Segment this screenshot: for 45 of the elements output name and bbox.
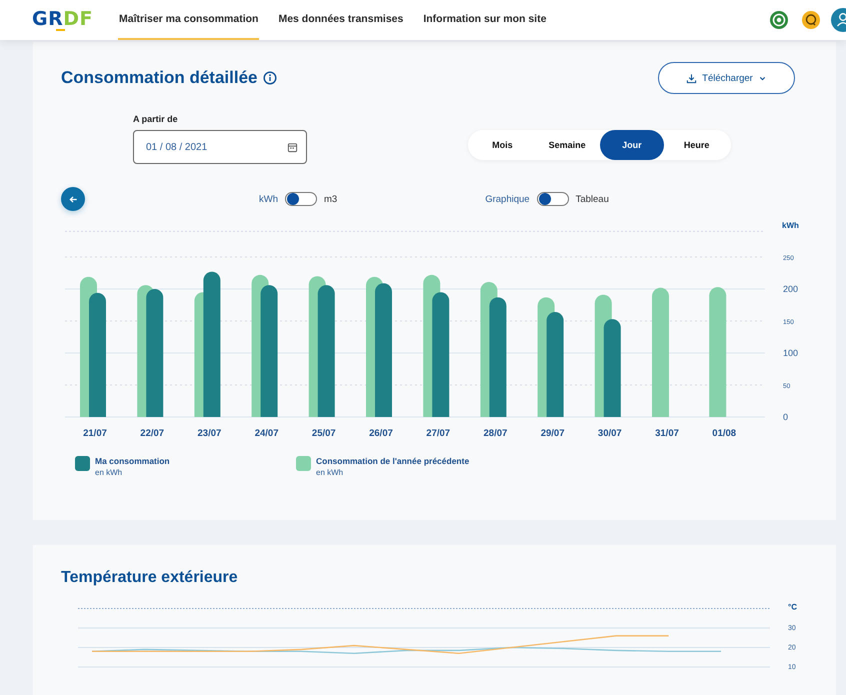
section-title: Consommation détaillée <box>61 68 258 88</box>
period-tab[interactable]: Jour <box>600 130 664 160</box>
info-icon[interactable] <box>263 71 278 85</box>
axis-label: 01/08 <box>712 428 736 439</box>
axis-label: 100 <box>783 348 798 358</box>
period-tab[interactable]: Heure <box>664 130 729 160</box>
axis-label: 30/07 <box>598 428 622 439</box>
axis-unit: kWh <box>782 221 799 230</box>
nav-link[interactable]: Information sur mon site <box>422 0 548 40</box>
axis-label: 25/07 <box>312 428 336 439</box>
axis-label: 28/07 <box>484 428 508 439</box>
legend-unit: en kWh <box>95 468 122 477</box>
back-button[interactable] <box>61 187 85 211</box>
axis-label: 26/07 <box>369 428 393 439</box>
view-switch[interactable] <box>536 192 569 206</box>
legend-unit: en kWh <box>316 468 344 477</box>
toggle-label: m3 <box>324 194 338 204</box>
unit-switch[interactable] <box>285 192 317 206</box>
legend-label: Consommation de l'année précédente <box>316 456 470 466</box>
download-icon <box>686 72 698 84</box>
axis-unit: °C <box>788 602 797 612</box>
axis-label: 23/07 <box>198 428 222 439</box>
toggle-label: Graphique <box>485 194 530 204</box>
period-tab[interactable]: Semaine <box>534 130 600 160</box>
axis-label: 27/07 <box>426 428 450 439</box>
arrow-left-icon <box>68 194 78 204</box>
axis-label: 31/07 <box>655 428 679 439</box>
toggle-label: Tableau <box>576 194 609 204</box>
nav-link[interactable]: Maîtriser ma consommation <box>118 0 260 40</box>
section-title: Température extérieure <box>61 569 239 587</box>
axis-label: 200 <box>783 284 798 294</box>
legend-label: Ma consommation <box>95 456 170 466</box>
period-tab[interactable]: Mois <box>470 130 535 160</box>
field-label: A partir de <box>133 114 179 124</box>
date-field[interactable]: 01 / 08 / 2021 <box>133 130 307 164</box>
nav-link[interactable]: Mes données transmises <box>277 0 404 40</box>
calendar-icon[interactable] <box>287 142 298 152</box>
axis-label: 22/07 <box>140 428 164 439</box>
axis-label: 0 <box>783 412 788 422</box>
axis-label: 24/07 <box>254 428 278 439</box>
axis-label: 29/07 <box>540 428 564 439</box>
toggle-label: kWh <box>259 194 278 204</box>
logo[interactable]: GRDF <box>32 9 90 31</box>
axis-label: 21/07 <box>83 428 107 439</box>
download-button[interactable]: Télécharger <box>658 62 795 94</box>
